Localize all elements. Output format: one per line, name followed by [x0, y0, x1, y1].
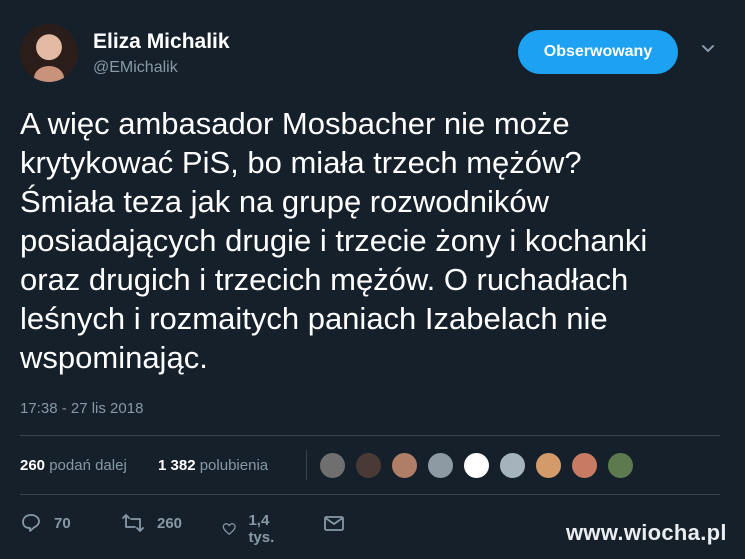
tweet-header: Eliza Michalik @EMichalik Obserwowany: [20, 24, 725, 86]
liker-avatar[interactable]: [606, 451, 635, 480]
liker-avatar[interactable]: [318, 451, 347, 480]
liker-avatar[interactable]: [462, 451, 491, 480]
following-button[interactable]: Obserwowany: [518, 30, 678, 74]
liker-avatar[interactable]: [570, 451, 599, 480]
like-button[interactable]: 1,4 tys.: [222, 512, 282, 546]
retweet-label: podań dalej: [49, 457, 127, 474]
liker-avatar[interactable]: [534, 451, 563, 480]
message-button[interactable]: [323, 512, 357, 534]
divider: [20, 435, 720, 436]
liker-avatar[interactable]: [390, 451, 419, 480]
likes-label: polubienia: [199, 457, 269, 474]
retweet-action-count: 260: [157, 514, 183, 532]
likes-stat[interactable]: 1 382 polubienia: [158, 457, 268, 474]
chevron-down-icon[interactable]: [701, 42, 715, 56]
tweet-card: Eliza Michalik @EMichalik Obserwowany A …: [0, 0, 745, 559]
like-icon: [222, 523, 236, 535]
tweet-text: A więc ambasador Mosbacher nie może kryt…: [20, 106, 648, 375]
liker-avatar[interactable]: [498, 451, 527, 480]
liker-avatar[interactable]: [426, 451, 455, 480]
retweet-count: 260: [20, 457, 46, 474]
avatar[interactable]: [20, 24, 78, 82]
like-action-count: 1,4 tys.: [248, 512, 275, 546]
retweet-stat[interactable]: 260 podań dalej: [20, 457, 127, 474]
reply-count: 70: [54, 514, 71, 532]
reply-button[interactable]: 70: [20, 512, 71, 534]
retweet-icon: [122, 514, 144, 532]
liker-avatar[interactable]: [354, 451, 383, 480]
divider: [20, 494, 720, 495]
retweet-button[interactable]: 260: [121, 512, 182, 534]
stats-separator: [306, 450, 307, 480]
site-watermark: www.wiocha.pl: [566, 520, 727, 545]
tweet-timestamp[interactable]: 17:38 - 27 lis 2018: [20, 400, 143, 417]
reply-icon: [22, 514, 40, 532]
author-handle[interactable]: @EMichalik: [93, 59, 178, 77]
author-name[interactable]: Eliza Michalik: [93, 30, 230, 54]
message-icon: [324, 516, 344, 531]
likes-count: 1 382: [158, 457, 196, 474]
